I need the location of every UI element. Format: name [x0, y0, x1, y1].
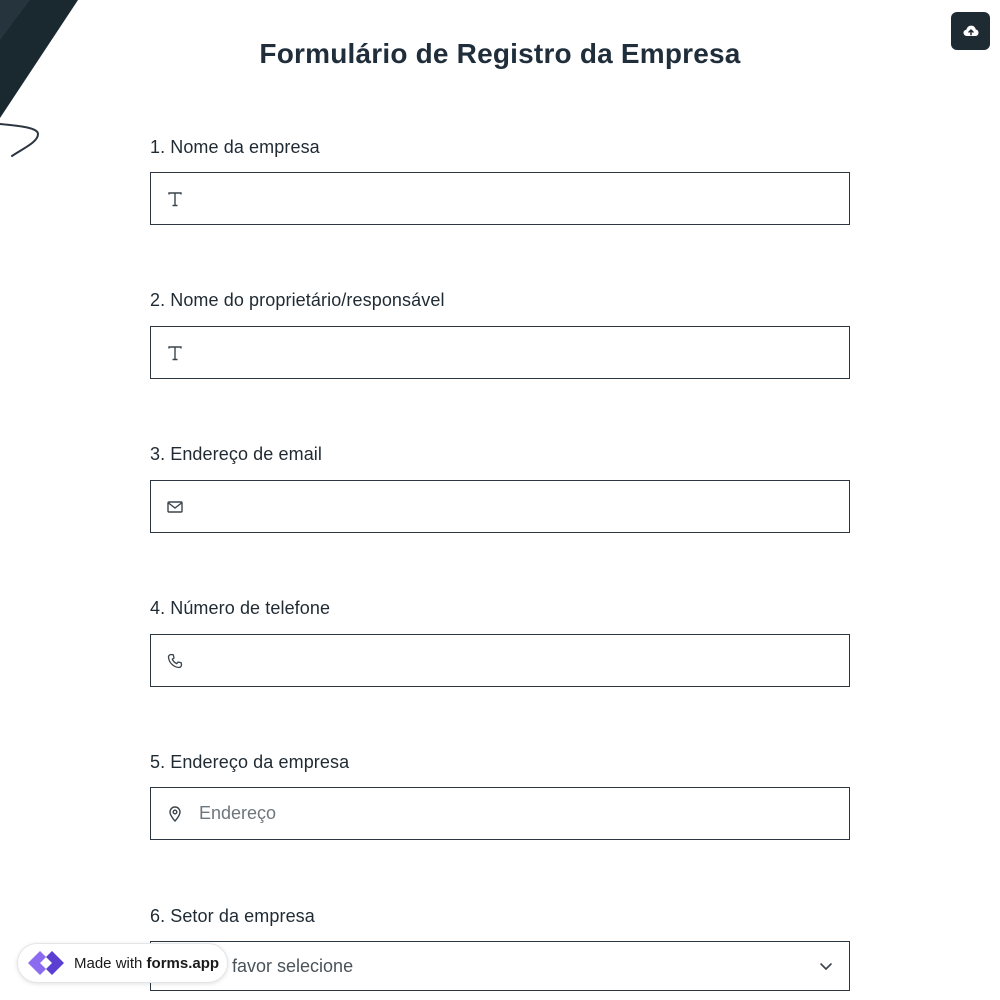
question-number: 4.: [150, 598, 166, 618]
owner-name-field[interactable]: [150, 326, 850, 379]
badge-text: Made with forms.app: [74, 955, 219, 972]
question-text: Nome da empresa: [170, 137, 320, 157]
phone-field[interactable]: [150, 634, 850, 687]
text-icon: [151, 327, 197, 378]
question-number: 5.: [150, 752, 166, 772]
map-pin-icon: [151, 788, 197, 839]
question-number: 2.: [150, 290, 166, 310]
question-label: 6. Setor da empresa: [150, 906, 315, 927]
question-number: 6.: [150, 906, 166, 926]
phone-icon: [151, 635, 197, 686]
phone-input[interactable]: [197, 635, 849, 686]
text-icon: [151, 173, 197, 224]
corner-decoration: [0, 0, 78, 157]
email-field[interactable]: [150, 480, 850, 533]
question-number: 3.: [150, 444, 166, 464]
made-with-badge[interactable]: Made with forms.app: [17, 943, 228, 983]
sector-select-value: Por favor selecione: [199, 955, 354, 976]
address-field[interactable]: [150, 787, 850, 840]
question-number: 1.: [150, 137, 166, 157]
question-text: Número de telefone: [170, 598, 331, 618]
company-name-field[interactable]: [150, 172, 850, 225]
mail-icon: [151, 481, 197, 532]
question-label: 5. Endereço da empresa: [150, 752, 349, 773]
company-name-input[interactable]: [197, 173, 849, 224]
chevron-down-icon: [803, 962, 849, 971]
question-text: Endereço de email: [170, 444, 323, 464]
badge-prefix: Made with: [74, 954, 143, 972]
question-label: 2. Nome do proprietário/responsável: [150, 290, 445, 311]
address-input[interactable]: [197, 788, 849, 839]
form-title: Formulário de Registro da Empresa: [259, 38, 741, 69]
question-text: Setor da empresa: [170, 906, 315, 926]
question-label: 4. Número de telefone: [150, 598, 330, 619]
question-label: 1. Nome da empresa: [150, 137, 320, 158]
owner-name-input[interactable]: [197, 327, 849, 378]
badge-brand: forms.app: [146, 954, 220, 972]
question-text: Endereço da empresa: [170, 752, 350, 772]
form-page: Formulário de Registro da Empresa 1. Nome…: [0, 0, 1000, 1000]
question-text: Nome do proprietário/responsável: [170, 290, 445, 310]
email-input[interactable]: [197, 481, 849, 532]
cloud-upload-icon: [963, 25, 978, 36]
question-label: 3. Endereço de email: [150, 444, 322, 465]
sector-select[interactable]: Por favor selecione: [150, 941, 850, 991]
forms-app-logo-icon: [28, 951, 64, 975]
